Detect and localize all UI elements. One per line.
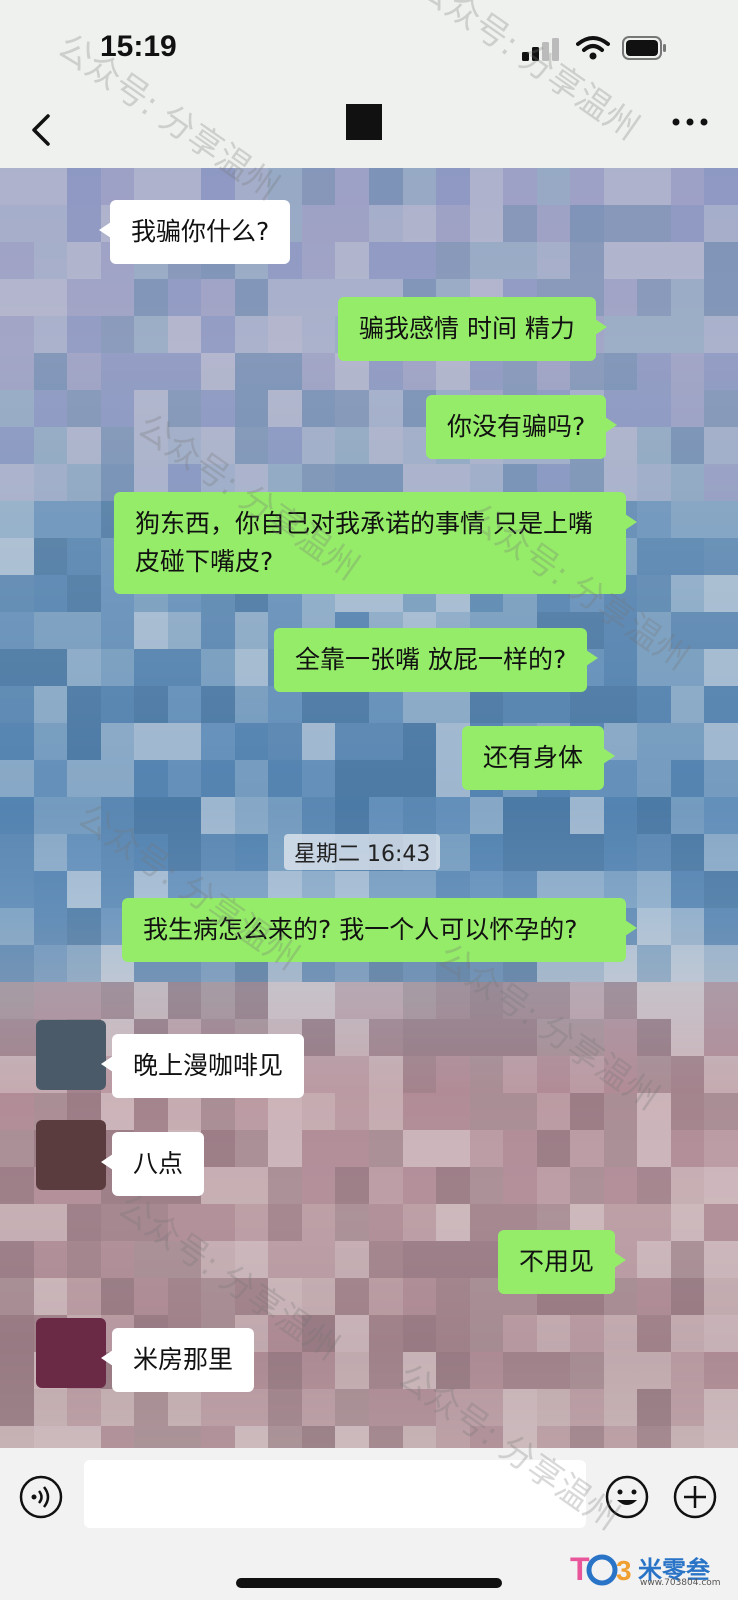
emoji-icon[interactable]: [604, 1474, 650, 1520]
avatar: [36, 1318, 106, 1388]
message-bubble[interactable]: 不用见: [498, 1230, 627, 1294]
site-logo: T 3 米零叁 www.703804.com: [568, 1548, 738, 1592]
signal-icon: [522, 38, 559, 61]
contact-name-redacted: [346, 104, 382, 140]
chat-header: [0, 92, 738, 168]
timestamp: 星期二 16:43: [284, 834, 441, 870]
wifi-icon: [576, 36, 610, 60]
chevron-left-icon[interactable]: [22, 110, 62, 150]
voice-icon[interactable]: [18, 1474, 64, 1520]
chat-area[interactable]: 我骗你什么? 骗我感情 时间 精力 你没有骗吗? 狗东西，你自己对我承诺的事情 …: [0, 168, 738, 1448]
site-logo-icon: T 3: [570, 1551, 632, 1587]
message-bubble[interactable]: 全靠一张嘴 放屁一样的?: [274, 628, 599, 692]
message-bubble[interactable]: 我骗你什么?: [98, 200, 291, 264]
battery-icon: [622, 36, 666, 60]
svg-text:3: 3: [616, 1555, 632, 1586]
plus-icon[interactable]: [672, 1474, 718, 1520]
message-bubble[interactable]: 你没有骗吗?: [426, 395, 618, 459]
more-icon[interactable]: [668, 112, 712, 132]
message-bubble[interactable]: 我生病怎么来的? 我一个人可以怀孕的?: [122, 898, 637, 962]
status-bar: 15:19: [0, 0, 738, 92]
message-bubble[interactable]: 骗我感情 时间 精力: [338, 297, 607, 361]
site-logo-url: www.703804.com: [640, 1578, 721, 1588]
message-bubble[interactable]: 晚上漫咖啡见: [100, 1034, 305, 1098]
status-time: 15:19: [100, 30, 177, 63]
message-bubble[interactable]: 米房那里: [100, 1328, 255, 1392]
message-input[interactable]: [84, 1460, 586, 1528]
message-bubble[interactable]: 狗东西，你自己对我承诺的事情 只是上嘴皮碰下嘴皮?: [114, 492, 637, 594]
message-bubble[interactable]: 八点: [100, 1132, 205, 1196]
home-indicator[interactable]: [236, 1578, 502, 1588]
avatar: [36, 1020, 106, 1090]
message-bubble[interactable]: 还有身体: [462, 726, 616, 790]
avatar: [36, 1120, 106, 1190]
input-bar: T 3 米零叁 www.703804.com: [0, 1448, 738, 1600]
